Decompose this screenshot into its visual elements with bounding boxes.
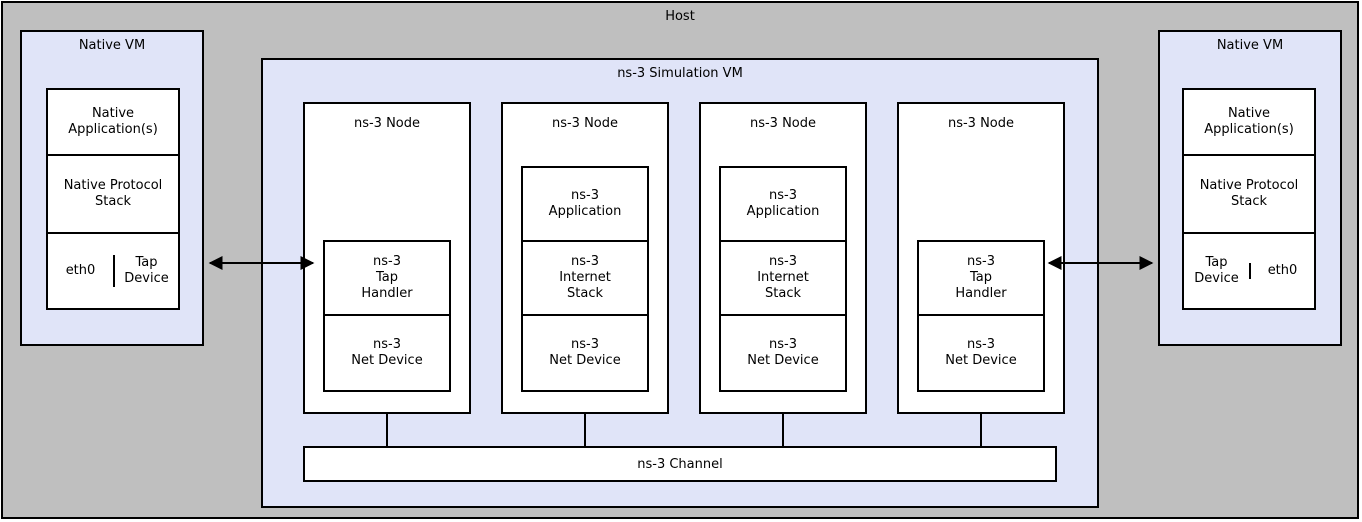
bidir-arrow-left (204, 253, 319, 273)
native-proto-right: Native Protocol Stack (1184, 156, 1314, 234)
connector-node3-channel (782, 414, 784, 450)
ns3-node-4: ns-3 Node ns-3 Tap Handler ns-3 Net Devi… (897, 102, 1065, 414)
ns3-node-2: ns-3 Node ns-3 Application ns-3 Internet… (501, 102, 669, 414)
sim-vm-title: ns-3 Simulation VM (263, 66, 1097, 81)
host-box: Host Native VM Native Application(s) Nat… (1, 1, 1359, 519)
bidir-arrow-right (1043, 253, 1158, 273)
native-apps-right: Native Application(s) (1184, 90, 1314, 156)
host-label: Host (3, 9, 1357, 25)
tap-device-left: Tap Device (113, 255, 178, 288)
connector-node2-channel (584, 414, 586, 450)
native-devrow-right: Tap Device eth0 (1184, 234, 1314, 308)
eth0-left: eth0 (48, 263, 113, 279)
native-vm-left-title: Native VM (22, 38, 202, 53)
node1-net-device: ns-3 Net Device (325, 316, 449, 390)
native-apps-left: Native Application(s) (48, 90, 178, 156)
node3-app: ns-3 Application (721, 168, 845, 242)
native-vm-left: Native VM Native Application(s) Native P… (20, 30, 204, 346)
ns3-node-3: ns-3 Node ns-3 Application ns-3 Internet… (699, 102, 867, 414)
native-devrow-left: eth0 Tap Device (48, 234, 178, 308)
node4-tap-handler: ns-3 Tap Handler (919, 242, 1043, 316)
node3-inet: ns-3 Internet Stack (721, 242, 845, 316)
connector-node1-channel (386, 414, 388, 450)
tap-device-right: Tap Device (1184, 255, 1249, 288)
node4-net-device: ns-3 Net Device (919, 316, 1043, 390)
node1-tap-handler: ns-3 Tap Handler (325, 242, 449, 316)
eth0-right: eth0 (1249, 263, 1314, 279)
connector-node4-channel (980, 414, 982, 450)
node2-title: ns-3 Node (503, 116, 667, 131)
native-proto-left: Native Protocol Stack (48, 156, 178, 234)
node3-dev: ns-3 Net Device (721, 316, 845, 390)
node1-title: ns-3 Node (305, 116, 469, 131)
native-stack-right: Native Application(s) Native Protocol St… (1182, 88, 1316, 310)
node3-title: ns-3 Node (701, 116, 865, 131)
channel-label: ns-3 Channel (637, 457, 722, 472)
node4-stack: ns-3 Tap Handler ns-3 Net Device (917, 240, 1045, 392)
node1-stack: ns-3 Tap Handler ns-3 Net Device (323, 240, 451, 392)
simulation-vm: ns-3 Simulation VM ns-3 Node ns-3 Tap Ha… (261, 58, 1099, 508)
native-vm-right: Native VM Native Application(s) Native P… (1158, 30, 1342, 346)
node3-stack: ns-3 Application ns-3 Internet Stack ns-… (719, 166, 847, 392)
node2-dev: ns-3 Net Device (523, 316, 647, 390)
native-vm-right-title: Native VM (1160, 38, 1340, 53)
ns3-node-1: ns-3 Node ns-3 Tap Handler ns-3 Net Devi… (303, 102, 471, 414)
node4-title: ns-3 Node (899, 116, 1063, 131)
diagram-canvas: Host Native VM Native Application(s) Nat… (0, 0, 1362, 522)
node2-stack: ns-3 Application ns-3 Internet Stack ns-… (521, 166, 649, 392)
native-stack-left: Native Application(s) Native Protocol St… (46, 88, 180, 310)
ns3-channel: ns-3 Channel (303, 446, 1057, 482)
node2-app: ns-3 Application (523, 168, 647, 242)
node2-inet: ns-3 Internet Stack (523, 242, 647, 316)
